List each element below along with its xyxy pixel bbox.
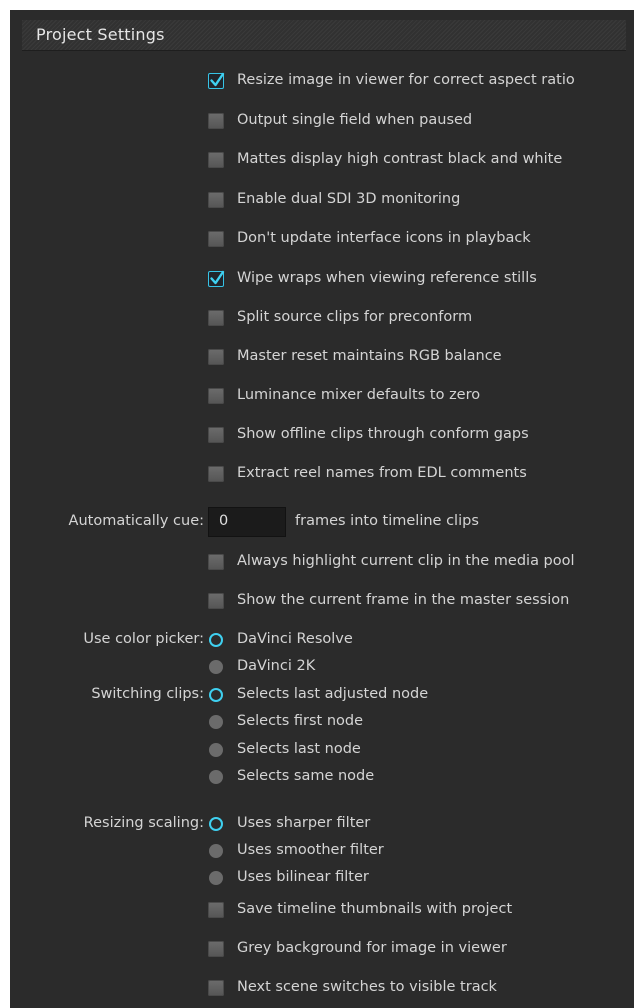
checkbox[interactable] <box>208 554 224 570</box>
checkbox-row-don-t-update-interface-icons-in-playback[interactable]: Don't update interface icons in playback <box>10 229 634 251</box>
auto-cue-input[interactable]: 0 <box>208 507 286 537</box>
checkbox-row-show-the-current-frame-in-the-master-session[interactable]: Show the current frame in the master ses… <box>10 591 634 613</box>
checkbox[interactable] <box>208 980 224 996</box>
switching-clips-option-selects-same-node[interactable]: Selects same node <box>10 767 634 789</box>
resizing-scaling-option-uses-smoother-filter[interactable]: Uses smoother filter <box>10 841 634 863</box>
radio-label: Selects first node <box>237 713 364 730</box>
switching-clips-option-selects-last-node[interactable]: Selects last node <box>10 740 634 762</box>
radio-selected[interactable] <box>209 688 223 702</box>
checkbox[interactable] <box>208 593 224 609</box>
checkbox-row-output-single-field-when-paused[interactable]: Output single field when paused <box>10 111 634 133</box>
resizing-scaling-label: Resizing scaling: <box>83 815 204 831</box>
checkbox[interactable] <box>208 427 224 443</box>
checkbox-label: Show offline clips through conform gaps <box>237 426 529 442</box>
checkbox-checked[interactable] <box>208 270 225 287</box>
auto-cue-row: Automatically cue: 0 frames into timelin… <box>10 507 634 537</box>
checkbox-label: Split source clips for preconform <box>237 309 473 325</box>
checkbox[interactable] <box>208 902 224 918</box>
checkmark-icon <box>210 72 225 87</box>
checkbox-label: Show the current frame in the master ses… <box>237 592 570 608</box>
color-picker-label: Use color picker: <box>83 631 204 647</box>
checkbox-row-save-timeline-thumbnails-with-project[interactable]: Save timeline thumbnails with project <box>10 900 634 922</box>
radio-selected[interactable] <box>209 817 223 831</box>
radio[interactable] <box>209 660 223 674</box>
checkbox-label: Save timeline thumbnails with project <box>237 901 513 917</box>
switching-clips-option-selects-first-node[interactable]: Selects first node <box>10 712 634 734</box>
checkbox-label: Don't update interface icons in playback <box>237 230 531 246</box>
auto-cue-label: Automatically cue: <box>68 513 204 529</box>
color-picker-option-davinci-2k[interactable]: DaVinci 2K <box>10 657 634 679</box>
resizing-scaling-option-uses-sharper-filter[interactable]: Resizing scaling: Uses sharper filter <box>10 814 634 836</box>
panel-title: Project Settings <box>36 25 165 44</box>
checkmark-icon <box>210 270 225 285</box>
checkbox[interactable] <box>208 388 224 404</box>
radio[interactable] <box>209 715 223 730</box>
checkbox-label: Resize image in viewer for correct aspec… <box>237 72 575 88</box>
auto-cue-value: 0 <box>219 513 229 529</box>
radio-label: Selects last node <box>237 740 361 757</box>
checkbox-label: Extract reel names from EDL comments <box>237 465 527 481</box>
resizing-scaling-option-uses-bilinear-filter[interactable]: Uses bilinear filter <box>10 868 634 890</box>
radio[interactable] <box>209 769 223 784</box>
checkbox-label: Next scene switches to visible track <box>237 979 497 995</box>
checkbox[interactable] <box>208 152 224 168</box>
color-picker-option-davinci-resolve[interactable]: Use color picker: DaVinci Resolve <box>10 630 634 652</box>
checkbox-label: Mattes display high contrast black and w… <box>237 151 563 167</box>
radio-label: Uses sharper filter <box>237 815 371 831</box>
checkbox-row-wipe-wraps-when-viewing-reference-stills[interactable]: Wipe wraps when viewing reference stills <box>10 269 634 291</box>
radio-label: Uses smoother filter <box>237 842 384 858</box>
checkbox-row-always-highlight-current-clip-in-the-media-pool[interactable]: Always highlight current clip in the med… <box>10 552 634 574</box>
checkbox-row-grey-background-for-image-in-viewer[interactable]: Grey background for image in viewer <box>10 939 634 961</box>
radio-label: DaVinci 2K <box>237 658 316 674</box>
checkbox[interactable] <box>208 466 224 482</box>
checkbox-row-next-scene-switches-to-visible-track[interactable]: Next scene switches to visible track <box>10 978 634 1000</box>
checkbox-label: Wipe wraps when viewing reference stills <box>237 270 537 286</box>
checkbox-row-split-source-clips-for-preconform[interactable]: Split source clips for preconform <box>10 308 634 330</box>
checkbox-row-show-offline-clips-through-conform-gaps[interactable]: Show offline clips through conform gaps <box>10 425 634 447</box>
radio[interactable] <box>209 742 223 757</box>
radio-label: DaVinci Resolve <box>237 631 353 647</box>
checkbox-row-mattes-display-high-contrast-black-and-white[interactable]: Mattes display high contrast black and w… <box>10 150 634 172</box>
checkbox[interactable] <box>208 310 224 326</box>
radio[interactable] <box>209 844 223 858</box>
checkbox-label: Grey background for image in viewer <box>237 940 507 956</box>
radio-label: Selects last adjusted node <box>237 686 429 702</box>
checkbox[interactable] <box>208 349 224 365</box>
checkbox-row-luminance-mixer-defaults-to-zero[interactable]: Luminance mixer defaults to zero <box>10 386 634 408</box>
checkbox-row-enable-dual-sdi-3d-monitoring[interactable]: Enable dual SDI 3D monitoring <box>10 190 634 212</box>
checkbox[interactable] <box>208 231 224 247</box>
checkbox-row-master-reset-maintains-rgb-balance[interactable]: Master reset maintains RGB balance <box>10 347 634 369</box>
checkbox[interactable] <box>208 941 224 957</box>
checkbox[interactable] <box>208 113 224 129</box>
auto-cue-suffix: frames into timeline clips <box>295 513 479 529</box>
panel-header: Project Settings <box>22 20 626 51</box>
checkbox-label: Always highlight current clip in the med… <box>237 553 575 569</box>
radio-selected[interactable] <box>209 633 223 647</box>
checkbox-label: Output single field when paused <box>237 112 473 128</box>
radio-label: Uses bilinear filter <box>237 869 369 885</box>
checkbox-row-resize-image-in-viewer-for-correct-aspect-ratio[interactable]: Resize image in viewer for correct aspec… <box>10 71 634 93</box>
checkbox-checked[interactable] <box>208 72 225 89</box>
checkbox-label: Master reset maintains RGB balance <box>237 348 502 364</box>
radio-label: Selects same node <box>237 767 375 784</box>
checkbox[interactable] <box>208 192 224 208</box>
checkbox-label: Luminance mixer defaults to zero <box>237 387 481 403</box>
radio[interactable] <box>209 871 223 885</box>
project-settings-panel: Project Settings Automatically cue: 0 fr… <box>10 10 634 1008</box>
checkbox-label: Enable dual SDI 3D monitoring <box>237 191 461 207</box>
switching-clips-label: Switching clips: <box>91 686 204 702</box>
checkbox-row-extract-reel-names-from-edl-comments[interactable]: Extract reel names from EDL comments <box>10 464 634 486</box>
switching-clips-option-selects-last-adjusted-node[interactable]: Switching clips: Selects last adjusted no… <box>10 685 634 707</box>
